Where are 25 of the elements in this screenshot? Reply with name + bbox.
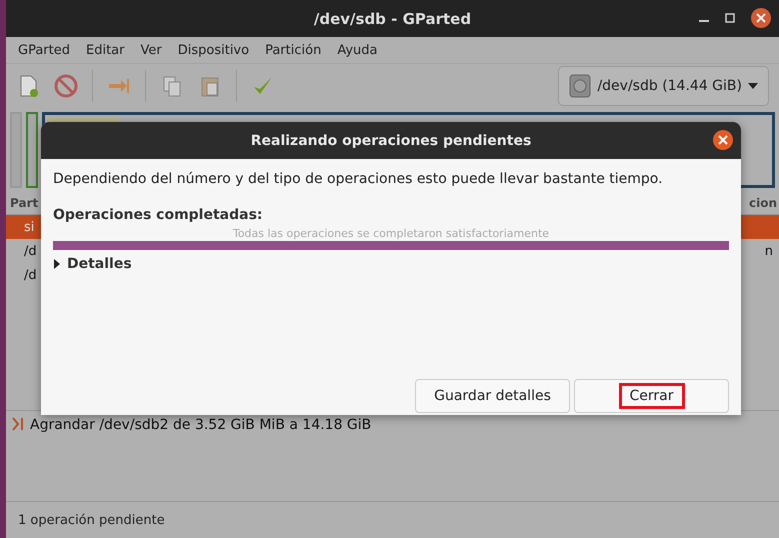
menu-item[interactable]: Dispositivo	[170, 42, 258, 58]
menu-item[interactable]: Ver	[132, 42, 170, 58]
dialog-button[interactable]: Guardar detalles	[415, 379, 570, 413]
operation-text: Agrandar /dev/sdb2 de 3.52 GiB MiB a 14.18 GiB	[30, 417, 372, 433]
dialog-button[interactable]: Cerrar	[574, 379, 729, 413]
close-icon[interactable]	[751, 8, 771, 28]
column-header[interactable]: Part	[10, 196, 38, 210]
section-heading: Operaciones completadas:	[53, 207, 264, 223]
dialog-message: Dependiendo del número y del tipo de operaciones esto puede llevar bastante tiempo.	[53, 171, 664, 187]
status-text: 1 operación pendiente	[18, 512, 165, 528]
no-entry-icon[interactable]	[54, 74, 78, 98]
close-icon[interactable]	[713, 130, 733, 150]
details-expander[interactable]: Detalles	[53, 256, 132, 272]
menu-item[interactable]: GParted	[10, 42, 78, 58]
dialog-title: Realizando operaciones pendientes	[250, 132, 532, 148]
maximize-icon[interactable]	[725, 13, 735, 23]
progress-text: Todas las operaciones se completaron satisfactoriamente	[232, 227, 550, 240]
window-title: /dev/sdb - GParted	[314, 10, 472, 28]
device-selector[interactable]: /dev/sdb (14.44 GiB)	[558, 66, 769, 106]
menu-item[interactable]: Ayuda	[329, 42, 386, 58]
menu-item[interactable]: Editar	[78, 42, 132, 58]
caret-icon	[748, 83, 758, 89]
column-header[interactable]: cion	[748, 196, 777, 210]
caret-icon	[53, 259, 61, 269]
menu-item[interactable]: Partición	[257, 42, 330, 58]
